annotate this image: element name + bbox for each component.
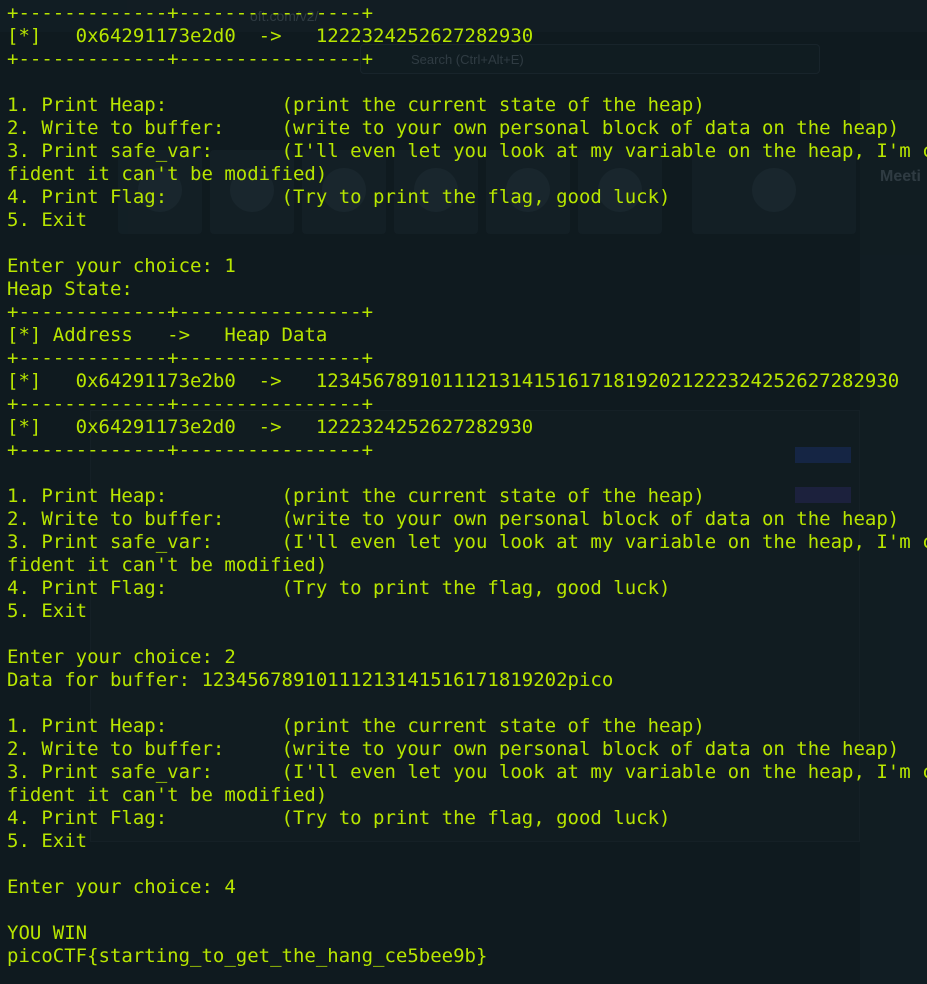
terminal-line: YOU WIN bbox=[7, 922, 88, 944]
terminal-line: [*] 0x64291173e2b0 -> 123456789101112131… bbox=[7, 370, 900, 392]
terminal-line: +-------------+----------------+ bbox=[7, 301, 374, 323]
terminal-line: fident it can't be modified) bbox=[7, 163, 328, 185]
terminal-line: picoCTF{starting_to_get_the_hang_ce5bee9… bbox=[7, 945, 488, 967]
terminal-line: +-------------+----------------+ bbox=[7, 48, 374, 70]
terminal-output[interactable]: +-------------+----------------+ [*] 0x64… bbox=[0, 0, 927, 984]
terminal-line: +-------------+----------------+ bbox=[7, 439, 374, 461]
terminal-line: 2. Write to buffer: (write to your own p… bbox=[7, 117, 900, 139]
terminal-line: 5. Exit bbox=[7, 600, 88, 622]
terminal-line: fident it can't be modified) bbox=[7, 554, 328, 576]
terminal-line: Enter your choice: 1 bbox=[7, 255, 236, 277]
terminal-line: +-------------+----------------+ bbox=[7, 393, 374, 415]
terminal-line: 1. Print Heap: (print the current state … bbox=[7, 94, 705, 116]
terminal-line: 4. Print Flag: (Try to print the flag, g… bbox=[7, 807, 671, 829]
terminal-line: +-------------+----------------+ bbox=[7, 2, 374, 24]
terminal-line: 3. Print safe_var: (I'll even let you lo… bbox=[7, 140, 927, 162]
terminal-line: 1. Print Heap: (print the current state … bbox=[7, 715, 705, 737]
terminal-line: 3. Print safe_var: (I'll even let you lo… bbox=[7, 761, 927, 783]
terminal-line: Heap State: bbox=[7, 278, 133, 300]
terminal-line: Enter your choice: 2 bbox=[7, 646, 236, 668]
terminal-line: Data for buffer: 12345678910111213141516… bbox=[7, 669, 614, 691]
terminal-line: fident it can't be modified) bbox=[7, 784, 328, 806]
terminal-line: 3. Print safe_var: (I'll even let you lo… bbox=[7, 531, 927, 553]
terminal-line: 1. Print Heap: (print the current state … bbox=[7, 485, 705, 507]
terminal-line: 2. Write to buffer: (write to your own p… bbox=[7, 508, 900, 530]
terminal-line: 4. Print Flag: (Try to print the flag, g… bbox=[7, 186, 671, 208]
terminal-line: 2. Write to buffer: (write to your own p… bbox=[7, 738, 900, 760]
terminal-line: [*] 0x64291173e2d0 -> 122232425262728293… bbox=[7, 416, 534, 438]
terminal-line: 4. Print Flag: (Try to print the flag, g… bbox=[7, 577, 671, 599]
terminal-line: Enter your choice: 4 bbox=[7, 876, 236, 898]
terminal-line: [*] Address -> Heap Data bbox=[7, 324, 328, 346]
terminal-line: 5. Exit bbox=[7, 830, 88, 852]
terminal-line: [*] 0x64291173e2d0 -> 122232425262728293… bbox=[7, 25, 534, 47]
terminal-line: 5. Exit bbox=[7, 209, 88, 231]
terminal-line: +-------------+----------------+ bbox=[7, 347, 374, 369]
